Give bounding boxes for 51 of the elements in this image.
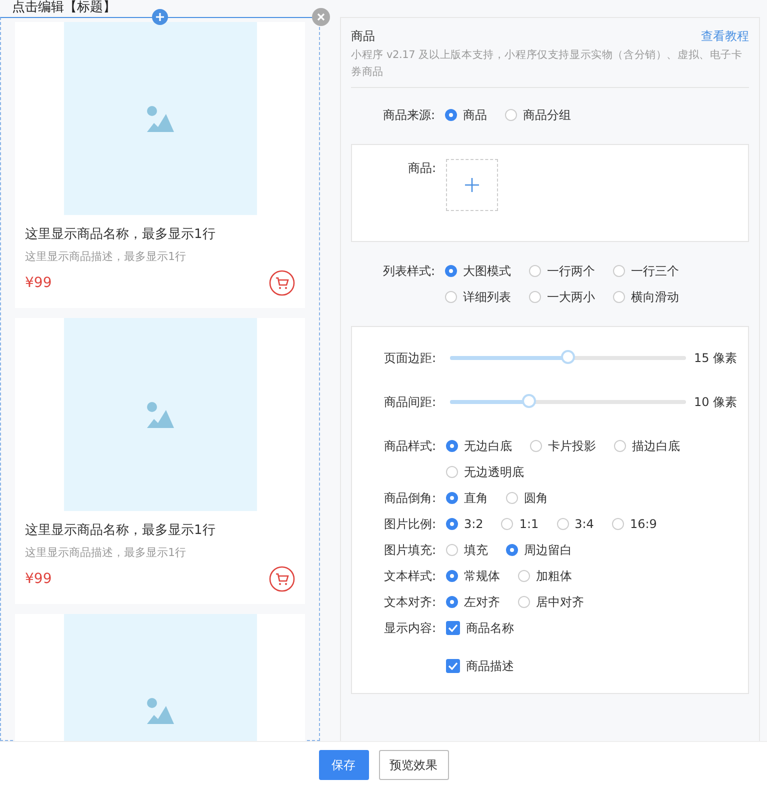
radio-option[interactable]: 3:4 bbox=[556, 515, 594, 533]
field-label: 文本样式: bbox=[382, 568, 437, 585]
checkbox-option[interactable]: 商品名称 bbox=[446, 619, 730, 637]
radio-option[interactable]: 描边白底 bbox=[614, 437, 680, 455]
slider-value: 10 像素 bbox=[694, 394, 738, 410]
preview-button[interactable]: 预览效果 bbox=[378, 750, 448, 780]
radio-option[interactable]: 无边透明底 bbox=[446, 463, 524, 481]
field-label: 图片比例: bbox=[382, 516, 437, 533]
field-label: 商品来源: bbox=[382, 107, 436, 124]
field-label: 页面边距: bbox=[382, 350, 437, 367]
radio-option[interactable]: 16:9 bbox=[612, 515, 657, 533]
radio-option[interactable]: 周边留白 bbox=[506, 541, 572, 559]
radio-option[interactable]: 一大两小 bbox=[529, 288, 595, 306]
field-label: 文本对齐: bbox=[382, 594, 437, 611]
radio-option[interactable]: 直角 bbox=[446, 489, 488, 507]
radio-option[interactable]: 填充 bbox=[446, 541, 488, 559]
radio-option[interactable]: 无边白底 bbox=[446, 437, 512, 455]
radio-option[interactable]: 大图模式 bbox=[445, 262, 511, 280]
radio-option[interactable]: 左对齐 bbox=[446, 593, 500, 611]
radio-option[interactable]: 圆角 bbox=[506, 489, 548, 507]
product-price: ¥99 bbox=[25, 275, 52, 291]
product-description: 这里显示商品描述，最多显示1行 bbox=[25, 545, 187, 560]
field-label: 商品样式: bbox=[382, 438, 437, 455]
radio-option[interactable]: 详细列表 bbox=[445, 288, 511, 306]
field-label: 商品间距: bbox=[382, 394, 437, 411]
radio-option[interactable]: 常规体 bbox=[446, 567, 500, 585]
component-title: 点击编辑【标题】 bbox=[11, 0, 117, 17]
product-name: 这里显示商品名称，最多显示1行 bbox=[25, 522, 216, 539]
product-name: 这里显示商品名称，最多显示1行 bbox=[25, 226, 216, 243]
checkbox-option[interactable]: 商品描述 bbox=[446, 657, 730, 675]
slider-value: 15 像素 bbox=[694, 350, 738, 366]
field-label: 商品: bbox=[406, 160, 437, 177]
radio-option[interactable]: 3:2 bbox=[446, 515, 484, 533]
radio-option[interactable]: 居中对齐 bbox=[518, 593, 584, 611]
product-description: 这里显示商品描述，最多显示1行 bbox=[25, 249, 187, 264]
radio-option[interactable]: 1:1 bbox=[501, 515, 539, 533]
field-label: 显示内容: bbox=[382, 620, 437, 637]
radio-option[interactable]: 加粗体 bbox=[518, 567, 572, 585]
radio-option[interactable]: 商品分组 bbox=[505, 106, 571, 124]
radio-option[interactable]: 一行两个 bbox=[529, 262, 595, 280]
field-label: 图片填充: bbox=[382, 542, 437, 559]
save-button[interactable]: 保存 bbox=[318, 750, 368, 780]
field-label: 列表样式: bbox=[382, 263, 436, 280]
product-price: ¥99 bbox=[25, 571, 52, 587]
support-note: 小程序 v2.17 及以上版本支持，小程序仅支持显示实物（含分销）、虚拟、电子卡券商品 bbox=[351, 48, 744, 80]
radio-option[interactable]: 横向滑动 bbox=[613, 288, 679, 306]
radio-option[interactable]: 商品 bbox=[445, 106, 487, 124]
panel-title: 商品 bbox=[351, 28, 375, 45]
radio-option[interactable]: 卡片投影 bbox=[530, 437, 596, 455]
radio-option[interactable]: 一行三个 bbox=[613, 262, 679, 280]
field-label: 商品倒角: bbox=[382, 490, 437, 507]
